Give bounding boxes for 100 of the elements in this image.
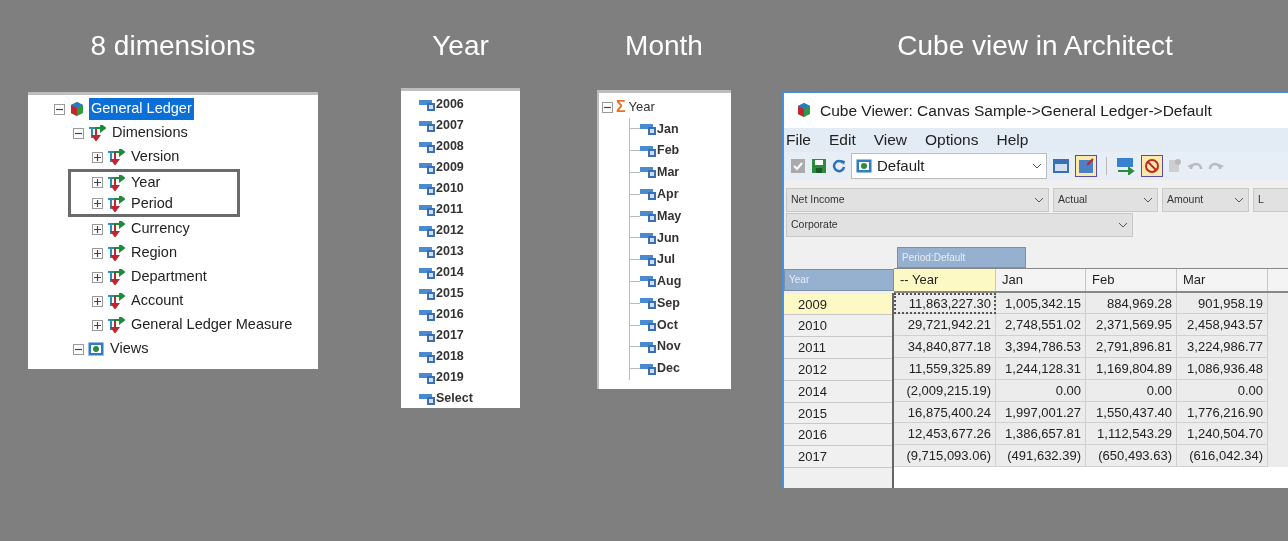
menu-item[interactable]: Help: [996, 128, 1029, 152]
column-header[interactable]: Jan: [996, 268, 1086, 291]
expand-icon[interactable]: [92, 198, 103, 209]
tree-item[interactable]: Currency: [129, 218, 192, 240]
table-cell: (2,009,215.19): [894, 379, 996, 402]
row-header[interactable]: 2009: [784, 293, 892, 316]
month-member[interactable]: Apr: [657, 184, 679, 204]
dimension-icon: [107, 317, 125, 333]
menu-item[interactable]: Options: [925, 128, 979, 152]
column-header[interactable]: Mar: [1177, 268, 1268, 291]
table-cell: (616,042.34): [1177, 445, 1268, 467]
member-icon: [640, 319, 657, 332]
menu-item[interactable]: Edit: [829, 128, 856, 152]
member-icon: [640, 210, 657, 223]
tree-item[interactable]: Region: [129, 242, 179, 264]
expand-icon[interactable]: [92, 223, 103, 235]
menu-item[interactable]: View: [873, 128, 908, 152]
year-member[interactable]: 2018: [436, 347, 464, 366]
collapse-icon[interactable]: [73, 127, 84, 139]
member-icon: [419, 119, 436, 132]
tree-item[interactable]: Account: [129, 290, 186, 312]
cube-icon: [796, 102, 812, 119]
month-member[interactable]: Jan: [657, 119, 679, 139]
tree-item[interactable]: General Ledger Measure: [129, 314, 295, 336]
year-member[interactable]: 2019: [436, 368, 464, 387]
member-icon: [419, 308, 436, 321]
year-member[interactable]: 2014: [436, 263, 464, 282]
month-member[interactable]: Feb: [657, 141, 680, 161]
chevron-icon: [1234, 196, 1244, 203]
expand-icon[interactable]: [92, 151, 103, 163]
year-member[interactable]: 2010: [436, 179, 464, 198]
year-member[interactable]: 2012: [436, 221, 464, 240]
year-member[interactable]: 2011: [436, 200, 464, 219]
tree-item[interactable]: Period: [129, 192, 175, 215]
year-member[interactable]: 2017: [436, 326, 464, 345]
filter-dropdown[interactable]: Net Income: [786, 187, 1049, 212]
month-member[interactable]: Jun: [657, 228, 680, 248]
member-icon: [640, 231, 657, 244]
tree-item[interactable]: Version: [129, 146, 182, 168]
filter-dropdown[interactable]: L: [1253, 187, 1288, 212]
tree-item[interactable]: Year: [628, 97, 655, 117]
filter-dropdown[interactable]: Amount: [1162, 187, 1249, 212]
menu-item[interactable]: File: [786, 128, 811, 152]
tree-item[interactable]: Year: [129, 171, 163, 194]
checkbox-icon[interactable]: [790, 157, 806, 174]
member-icon: [419, 140, 436, 153]
year-member[interactable]: Select: [436, 389, 473, 408]
month-member[interactable]: Sep: [657, 293, 680, 313]
expand-icon[interactable]: [92, 271, 103, 283]
table-cell: 0.00: [1086, 379, 1177, 402]
collapse-icon[interactable]: [602, 101, 613, 113]
column-header[interactable]: Feb: [1086, 268, 1177, 291]
year-member[interactable]: 2007: [436, 116, 464, 135]
dimension-icon: [88, 125, 106, 141]
chart-edit-icon[interactable]: [1075, 154, 1097, 177]
year-member[interactable]: 2006: [436, 95, 464, 114]
collapse-icon[interactable]: [54, 103, 65, 115]
year-member[interactable]: 2016: [436, 305, 464, 324]
dimension-icon: [107, 293, 125, 309]
tree-item[interactable]: Dimensions: [110, 122, 190, 144]
save-icon[interactable]: [811, 157, 827, 174]
expand-icon[interactable]: [92, 177, 103, 188]
tree-item[interactable]: Views: [108, 338, 151, 360]
dimension-icon: [107, 149, 125, 165]
year-member[interactable]: 2013: [436, 242, 464, 261]
member-icon: [419, 161, 436, 174]
expand-icon[interactable]: [92, 295, 103, 307]
chevron-icon: [1118, 221, 1128, 228]
year-member[interactable]: 2015: [436, 284, 464, 303]
sigma-icon: Σ: [616, 99, 626, 115]
refresh-icon[interactable]: [832, 158, 846, 173]
month-member[interactable]: Dec: [657, 359, 680, 379]
month-member[interactable]: May: [657, 206, 682, 226]
column-header[interactable]: -- Year: [894, 268, 996, 291]
window-title: Cube Viewer: Canvas Sample->General Ledger->Default: [820, 100, 1212, 121]
year-member[interactable]: 2009: [436, 158, 464, 177]
table-cell: 1,169,804.89: [1086, 358, 1177, 380]
expand-icon[interactable]: [92, 247, 103, 259]
member-icon: [419, 371, 436, 384]
expand-icon[interactable]: [92, 319, 103, 331]
filter-dropdown[interactable]: Corporate: [786, 212, 1133, 237]
month-member[interactable]: Mar: [657, 163, 680, 182]
grid-arrow-icon[interactable]: [1116, 156, 1136, 175]
month-member[interactable]: Jul: [657, 250, 676, 270]
member-icon: [419, 329, 436, 342]
window-icon[interactable]: [1052, 157, 1070, 174]
view-dropdown[interactable]: Default: [851, 152, 1047, 179]
month-member[interactable]: Oct: [657, 315, 678, 335]
tree-item[interactable]: Department: [129, 266, 209, 288]
year-member[interactable]: 2008: [436, 137, 464, 156]
table-cell: (650,493.63): [1086, 445, 1177, 467]
tree-item[interactable]: General Ledger: [89, 98, 194, 120]
table-cell: 1,244,128.31: [996, 358, 1086, 380]
month-member[interactable]: Nov: [657, 337, 681, 357]
collapse-icon[interactable]: [73, 343, 84, 355]
filter-dropdown[interactable]: Actual: [1053, 187, 1158, 212]
member-icon: [640, 253, 657, 266]
prohibited-icon[interactable]: [1141, 154, 1163, 177]
month-member[interactable]: Aug: [657, 272, 682, 291]
dimension-icon: [107, 245, 125, 261]
